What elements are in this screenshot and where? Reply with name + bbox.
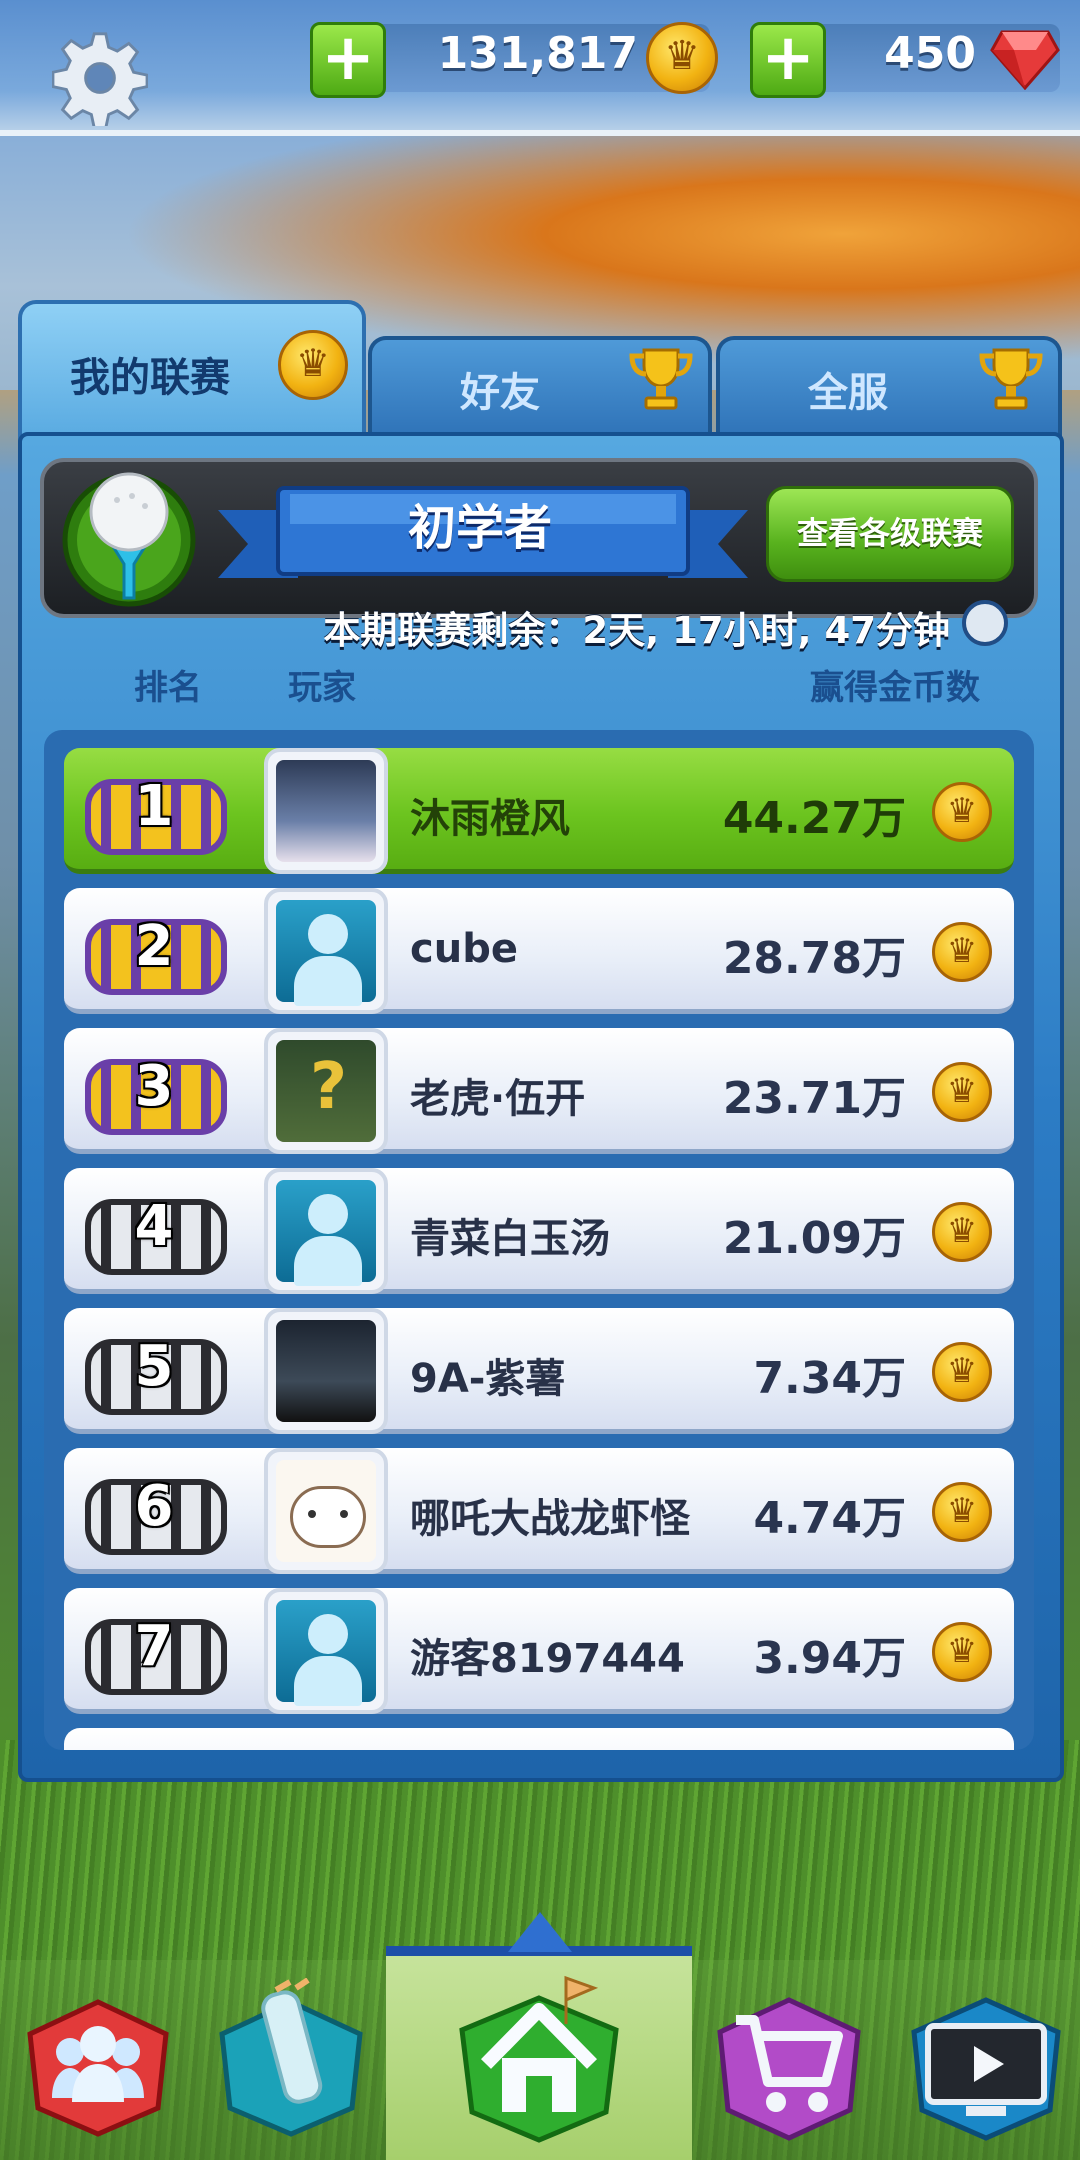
trophy-icon xyxy=(629,348,693,410)
add-coins-button[interactable]: + xyxy=(310,22,386,98)
trophy-icon xyxy=(979,348,1043,410)
leaderboard-row[interactable]: 2 cube 28.78万 ♛ xyxy=(64,888,1014,1014)
players-icon[interactable] xyxy=(26,1998,170,2138)
rank-number: 6 xyxy=(134,1474,174,1539)
tab-global-label: 全服 xyxy=(808,370,888,416)
default-avatar-icon xyxy=(264,1588,388,1714)
crown-coin-icon: ♛ xyxy=(932,1342,992,1402)
player-name: 哪吒大战龙虾怪 xyxy=(410,1496,690,1542)
player-score: 28.78万 xyxy=(722,933,906,984)
tab-my-league-label: 我的联赛 xyxy=(70,355,230,401)
league-timer: 本期联赛剩余：2天, 17小时, 47分钟 xyxy=(323,609,950,652)
tab-friends-label: 好友 xyxy=(460,370,540,416)
leaderboard-row[interactable]: 7 游客8197444 3.94万 ♛ xyxy=(64,1588,1014,1714)
leaderboard-row[interactable]: 1 沐雨橙风 44.27万 ♛ xyxy=(64,748,1014,874)
rank-number: 4 xyxy=(134,1194,174,1259)
golf-bag-icon[interactable] xyxy=(216,1978,366,2138)
add-gems-button[interactable]: + xyxy=(750,22,826,98)
home-icon[interactable] xyxy=(456,1968,622,2144)
gem-icon xyxy=(990,30,1060,90)
player-name: cube xyxy=(410,926,518,972)
crown-coin-icon: ♛ xyxy=(278,330,348,400)
player-score: 23.71万 xyxy=(722,1073,906,1124)
player-name: 青菜白玉汤 xyxy=(410,1216,610,1262)
golf-ball-badge-icon xyxy=(62,472,196,607)
crown-coin-icon: ♛ xyxy=(932,1062,992,1122)
default-avatar-icon xyxy=(264,888,388,1014)
gear-icon[interactable] xyxy=(52,30,148,126)
rank-number: 5 xyxy=(134,1334,174,1399)
leaderboard-row[interactable]: 5 9A-紫薯 7.34万 ♛ xyxy=(64,1308,1014,1434)
leaderboard-list[interactable]: 1 沐雨橙风 44.27万 ♛ 2 cube 28.78万 ♛ 3 ? 老虎·伍… xyxy=(44,730,1034,1750)
default-avatar-icon xyxy=(264,1168,388,1294)
gem-balance: 450 xyxy=(884,28,976,79)
crown-coin-icon: ♛ xyxy=(932,1202,992,1262)
crown-coin-icon: ♛ xyxy=(646,22,718,94)
rank-number: 1 xyxy=(134,774,174,839)
rank-number: 3 xyxy=(134,1054,174,1119)
rank-number: 2 xyxy=(134,914,174,979)
player-name: 沐雨橙风 xyxy=(410,796,570,842)
selected-indicator-icon xyxy=(508,1912,572,1952)
player-score: 7.34万 xyxy=(753,1353,906,1404)
header-coins-won: 赢得金币数 xyxy=(810,668,980,708)
crown-coin-icon: ♛ xyxy=(932,1622,992,1682)
player-name: 老虎·伍开 xyxy=(410,1076,586,1122)
crown-coin-icon: ♛ xyxy=(932,782,992,842)
avatar xyxy=(264,1308,388,1434)
shop-cart-icon[interactable] xyxy=(714,1990,864,2142)
league-title: 初学者 xyxy=(407,500,552,556)
avatar xyxy=(264,748,388,874)
video-replay-icon[interactable] xyxy=(908,1990,1064,2142)
player-score: 44.27万 xyxy=(722,793,906,844)
rank-number: 7 xyxy=(134,1614,174,1679)
leaderboard-row[interactable]: 3 ? 老虎·伍开 23.71万 ♛ xyxy=(64,1028,1014,1154)
leaderboard-row[interactable]: 4 青菜白玉汤 21.09万 ♛ xyxy=(64,1168,1014,1294)
crown-coin-icon: ♛ xyxy=(932,922,992,982)
unknown-avatar-icon: ? xyxy=(264,1028,388,1154)
leaderboard-row-partial[interactable] xyxy=(64,1728,1014,1750)
cat-avatar-icon xyxy=(264,1448,388,1574)
leaderboard-row[interactable]: 6 哪吒大战龙虾怪 4.74万 ♛ xyxy=(64,1448,1014,1574)
header-player: 玩家 xyxy=(288,668,356,708)
player-name: 游客8197444 xyxy=(410,1636,685,1682)
player-score: 21.09万 xyxy=(722,1213,906,1264)
header-rank: 排名 xyxy=(134,668,202,708)
player-name: 9A-紫薯 xyxy=(410,1356,566,1402)
player-score: 3.94万 xyxy=(753,1633,906,1684)
crown-coin-icon: ♛ xyxy=(932,1482,992,1542)
player-score: 4.74万 xyxy=(753,1493,906,1544)
coin-balance: 131,817 xyxy=(437,28,638,79)
view-leagues-button[interactable]: 查看各级联赛 xyxy=(766,486,1014,582)
clock-icon xyxy=(962,600,1008,646)
